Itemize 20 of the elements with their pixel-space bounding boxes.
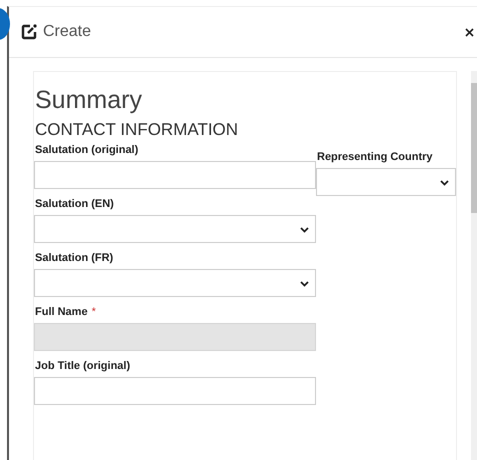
dropdown[interactable] (34, 215, 316, 243)
input-field[interactable] (34, 377, 316, 405)
field-label: Salutation (FR) (35, 252, 114, 264)
dropdown[interactable] (316, 168, 456, 196)
input-field[interactable] (34, 161, 316, 189)
form-heading: Summary (35, 86, 143, 115)
chevron-down-icon (300, 281, 309, 287)
edit-icon (21, 24, 37, 40)
field-label: Salutation (EN) (35, 198, 114, 210)
field-label: Full Name (35, 306, 88, 318)
dialog-title: Create (43, 23, 92, 41)
dropdown[interactable] (34, 269, 316, 297)
section-heading: CONTACT INFORMATION (35, 120, 240, 140)
required-mark: * (92, 306, 96, 318)
chevron-down-icon (300, 227, 309, 233)
close-icon[interactable] (465, 28, 474, 36)
field-label: Job Title (original) (35, 360, 130, 372)
field-label: Representing Country (317, 151, 433, 163)
field-label: Salutation (original) (35, 144, 138, 156)
chevron-down-icon (440, 180, 449, 186)
